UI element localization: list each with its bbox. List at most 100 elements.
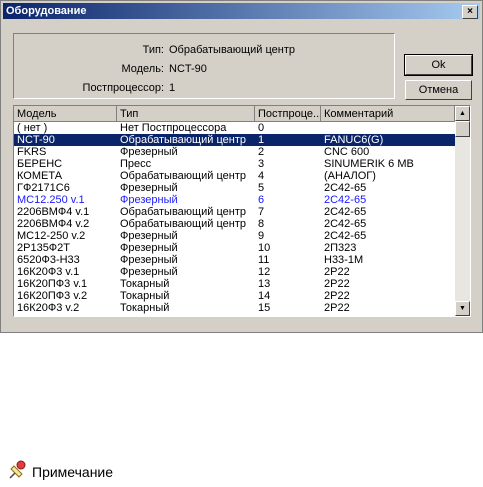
- cell-type: Нет Постпроцессора: [120, 122, 227, 134]
- cell-comment: 2Р22: [324, 278, 350, 290]
- cell-comment: 2С42-65: [324, 230, 367, 242]
- info-type-row: Тип: Обрабатывающий центр: [14, 44, 394, 57]
- type-value: Обрабатывающий центр: [169, 44, 295, 56]
- column-header-model[interactable]: Модель: [14, 106, 117, 122]
- cell-post: 15: [258, 302, 271, 314]
- note-section: Примечание: [6, 458, 113, 482]
- cell-model: 16К20Ф3 v.2: [17, 302, 80, 314]
- column-header-type[interactable]: Тип: [117, 106, 255, 122]
- postprocessor-value: 1: [169, 82, 176, 94]
- cell-comment: 2С42-65: [324, 182, 367, 194]
- column-header-postprocessor[interactable]: Постпроце...: [255, 106, 321, 122]
- cell-post: 9: [258, 230, 265, 242]
- scroll-thumb[interactable]: [455, 121, 470, 137]
- cell-type: Фрезерный: [120, 194, 178, 206]
- table-row[interactable]: 6520Ф3-Н33 Фрезерный 11 Н33-1М: [14, 254, 455, 266]
- cell-type: Фрезерный: [120, 254, 178, 266]
- ok-button[interactable]: Ok: [404, 54, 473, 76]
- cell-model: 6520Ф3-Н33: [17, 254, 80, 266]
- cell-type: Обрабатывающий центр: [120, 170, 246, 182]
- model-value: NCT-90: [169, 63, 207, 75]
- close-button[interactable]: ×: [462, 5, 478, 19]
- window-title: Оборудование: [6, 5, 87, 17]
- table-row[interactable]: NCT-90 Обрабатывающий центр 1 FANUC6(G): [14, 134, 455, 146]
- table-row[interactable]: МС12.250 v.1 Фрезерный 6 2С42-65: [14, 194, 455, 206]
- cell-comment: Н33-1М: [324, 254, 364, 266]
- cell-comment: 2С42-65: [324, 218, 367, 230]
- cell-model: 16К20ПФ3 v.2: [17, 290, 88, 302]
- cell-comment: SINUMERIK 6 MB: [324, 158, 414, 170]
- cell-type: Токарный: [120, 278, 170, 290]
- cell-comment: 2Р22: [324, 266, 350, 278]
- cell-post: 3: [258, 158, 265, 170]
- cell-type: Токарный: [120, 302, 170, 314]
- cell-type: Обрабатывающий центр: [120, 206, 246, 218]
- scroll-up-button[interactable]: ▲: [455, 106, 470, 121]
- cell-model: 2206ВМФ4 v.1: [17, 206, 90, 218]
- model-label: Модель:: [121, 63, 164, 75]
- info-model-row: Модель: NCT-90: [14, 63, 394, 76]
- table-row[interactable]: FKRS Фрезерный 2 CNC 600: [14, 146, 455, 158]
- cell-model: КОМЕТА: [17, 170, 63, 182]
- cell-type: Пресс: [120, 158, 152, 170]
- cancel-button[interactable]: Отмена: [405, 80, 472, 100]
- equipment-dialog: Оборудование × Тип: Обрабатывающий центр…: [0, 0, 483, 333]
- table-row[interactable]: ГФ2171С6 Фрезерный 5 2С42-65: [14, 182, 455, 194]
- cell-comment: [321, 122, 455, 134]
- cell-comment: 2Р22: [324, 290, 350, 302]
- cell-comment: (АНАЛОГ): [324, 170, 376, 182]
- cell-post: 0: [258, 122, 265, 134]
- cell-comment: 2С42-65: [324, 194, 367, 206]
- postprocessor-label: Постпроцессор:: [82, 82, 164, 94]
- cell-post: 6: [258, 194, 265, 206]
- column-header-comment[interactable]: Комментарий: [321, 106, 455, 122]
- cell-model: МС12.250 v.1: [17, 194, 85, 206]
- cell-type: Обрабатывающий центр: [120, 218, 246, 230]
- cell-post: 12: [258, 266, 271, 278]
- info-post-row: Постпроцессор: 1: [14, 82, 394, 95]
- cell-post: 4: [258, 170, 265, 182]
- cell-type: Обрабатывающий центр: [120, 134, 246, 146]
- type-label: Тип:: [142, 44, 164, 56]
- cell-post: 10: [258, 242, 271, 254]
- equipment-table[interactable]: Модель Тип Постпроце... Комментарий ( не…: [13, 105, 471, 317]
- cell-post: 7: [258, 206, 265, 218]
- cell-post: 13: [258, 278, 271, 290]
- cell-type: Токарный: [120, 290, 170, 302]
- table-row[interactable]: 16К20ПФ3 v.1 Токарный 13 2Р22: [14, 278, 455, 290]
- table-row[interactable]: МС12-250 v.2 Фрезерный 9 2С42-65: [14, 230, 455, 242]
- cell-post: 11: [258, 254, 270, 266]
- pushpin-note-icon: [9, 460, 26, 479]
- cell-comment: 2С42-65: [324, 206, 367, 218]
- title-bar: Оборудование ×: [3, 3, 480, 19]
- table-row[interactable]: КОМЕТА Обрабатывающий центр 4 (АНАЛОГ): [14, 170, 455, 182]
- table-header: Модель Тип Постпроце... Комментарий: [14, 106, 455, 122]
- cell-type: Фрезерный: [120, 230, 178, 242]
- table-row[interactable]: 16К20Ф3 v.2 Токарный 15 2Р22: [14, 302, 455, 314]
- table-row[interactable]: 2Р135Ф2Т Фрезерный 10 2П323: [14, 242, 455, 254]
- info-panel: Тип: Обрабатывающий центр Модель: NCT-90…: [13, 33, 395, 99]
- cell-model: ( нет ): [17, 122, 48, 134]
- cell-model: 16К20ПФ3 v.1: [17, 278, 88, 290]
- cell-comment: FANUC6(G): [324, 134, 384, 146]
- cell-type: Фрезерный: [120, 146, 178, 158]
- cell-post: 1: [258, 134, 265, 146]
- cell-post: 8: [258, 218, 265, 230]
- scroll-down-button[interactable]: ▼: [455, 301, 470, 316]
- table-row[interactable]: 16К20Ф3 v.1 Фрезерный 12 2Р22: [14, 266, 455, 278]
- table-row[interactable]: 2206ВМФ4 v.2 Обрабатывающий центр 8 2С42-65: [14, 218, 455, 230]
- table-row[interactable]: ( нет ) Нет Постпроцессора 0: [14, 122, 455, 134]
- vertical-scrollbar[interactable]: ▲ ▼: [455, 106, 470, 316]
- cell-model: 2206ВМФ4 v.2: [17, 218, 90, 230]
- cell-model: 2Р135Ф2Т: [17, 242, 71, 254]
- cell-model: ГФ2171С6: [17, 182, 70, 194]
- cell-type: Фрезерный: [120, 242, 178, 254]
- table-row[interactable]: 2206ВМФ4 v.1 Обрабатывающий центр 7 2С42-65: [14, 206, 455, 218]
- cell-model: МС12-250 v.2: [17, 230, 86, 242]
- cell-model: БЕРЕНС: [17, 158, 63, 170]
- cell-post: 5: [258, 182, 265, 194]
- table-row[interactable]: 16К20ПФ3 v.2 Токарный 14 2Р22: [14, 290, 455, 302]
- table-row[interactable]: БЕРЕНС Пресс 3 SINUMERIK 6 MB: [14, 158, 455, 170]
- note-heading: Примечание: [32, 464, 114, 480]
- cell-type: Фрезерный: [120, 266, 178, 278]
